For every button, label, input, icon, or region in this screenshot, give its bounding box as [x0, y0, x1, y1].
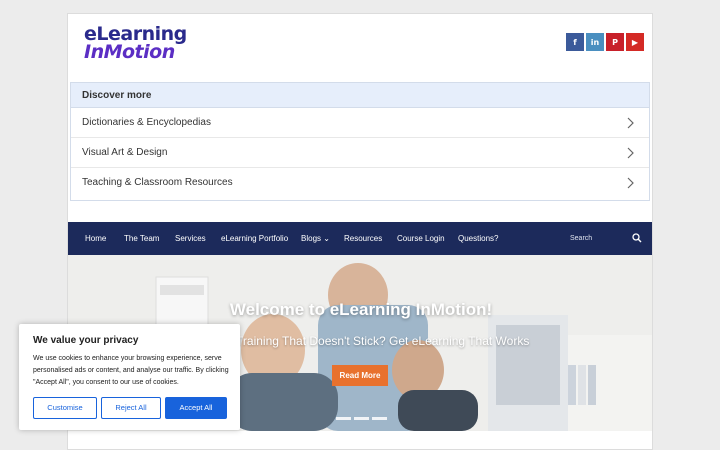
- slider-dot[interactable]: [354, 417, 369, 420]
- chevron-right-icon: [627, 177, 634, 189]
- read-more-button[interactable]: Read More: [332, 365, 388, 386]
- nav-item-resources[interactable]: Resources: [344, 222, 382, 255]
- cookie-consent-banner: We value your privacy We use cookies to …: [19, 324, 240, 430]
- site-logo[interactable]: eLearning InMotion: [84, 23, 187, 63]
- reject-all-button[interactable]: Reject All: [101, 397, 161, 419]
- cookie-body: We use cookies to enhance your browsing …: [33, 355, 229, 386]
- search-input[interactable]: Search: [556, 222, 648, 255]
- main-navigation: Home The Team Services eLearning Portfol…: [68, 222, 652, 255]
- linkedin-icon[interactable]: in: [586, 33, 604, 51]
- discover-item-label: Visual Art & Design: [82, 147, 168, 158]
- youtube-icon[interactable]: ▶: [626, 33, 644, 51]
- cookie-title: We value your privacy: [33, 335, 139, 346]
- social-links: f in P ▶: [566, 33, 644, 51]
- discover-item-visual-art[interactable]: Visual Art & Design: [71, 138, 649, 168]
- chevron-right-icon: [627, 147, 634, 159]
- discover-item-label: Teaching & Classroom Resources: [82, 177, 233, 188]
- discover-heading: Discover more: [71, 83, 649, 108]
- discover-item-dictionaries[interactable]: Dictionaries & Encyclopedias: [71, 108, 649, 138]
- nav-item-questions[interactable]: Questions?: [458, 222, 498, 255]
- hero-title: Welcome to eLearning InMotion!: [229, 300, 493, 319]
- discover-item-teaching[interactable]: Teaching & Classroom Resources: [71, 168, 649, 198]
- chevron-right-icon: [627, 117, 634, 129]
- logo-text-bottom: InMotion: [84, 41, 175, 63]
- pinterest-icon[interactable]: P: [606, 33, 624, 51]
- nav-item-home[interactable]: Home: [85, 222, 106, 255]
- discover-more-panel: Discover more Dictionaries & Encyclopedi…: [70, 82, 650, 201]
- search-placeholder: Search: [570, 235, 593, 242]
- accept-all-button[interactable]: Accept All: [165, 397, 227, 419]
- customise-button[interactable]: Customise: [33, 397, 97, 419]
- slider-dot[interactable]: [372, 417, 387, 420]
- nav-item-team[interactable]: The Team: [124, 222, 159, 255]
- nav-item-course-login[interactable]: Course Login: [397, 222, 445, 255]
- facebook-icon[interactable]: f: [566, 33, 584, 51]
- slider-dots: [336, 417, 387, 420]
- nav-item-services[interactable]: Services: [175, 222, 206, 255]
- slider-dot[interactable]: [336, 417, 351, 420]
- nav-item-portfolio[interactable]: eLearning Portfolio: [221, 222, 288, 255]
- discover-item-label: Dictionaries & Encyclopedias: [82, 117, 211, 128]
- search-icon[interactable]: [632, 233, 642, 243]
- nav-item-blogs[interactable]: Blogs ⌄: [301, 222, 330, 255]
